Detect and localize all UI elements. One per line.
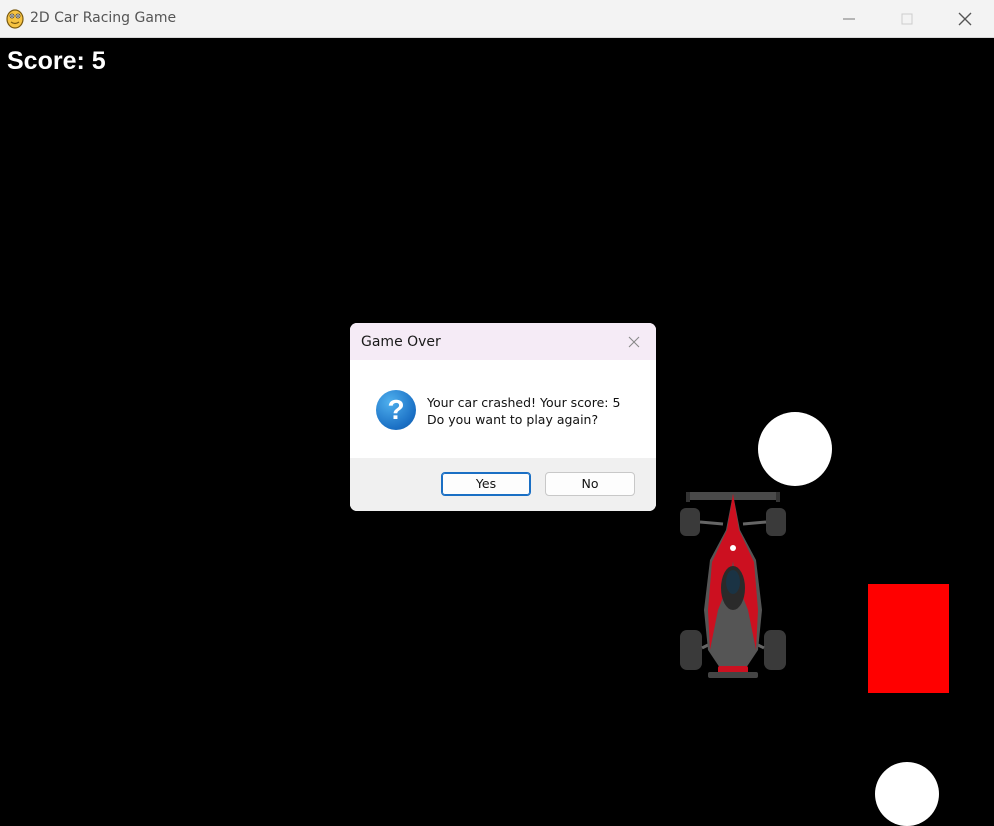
yes-button[interactable]: Yes xyxy=(441,472,531,496)
game-over-dialog[interactable]: Game Over ? Your car crashed! Your score… xyxy=(350,323,656,511)
obstacle-circle xyxy=(875,762,939,826)
dialog-footer: Yes No xyxy=(350,458,656,511)
obstacle-circle xyxy=(758,412,832,486)
minimize-button[interactable] xyxy=(820,0,878,38)
dialog-message-line2: Do you want to play again? xyxy=(427,412,599,427)
python-snake-icon xyxy=(4,8,26,30)
obstacle-rectangle xyxy=(868,584,949,693)
close-icon[interactable] xyxy=(627,335,641,349)
dialog-titlebar[interactable]: Game Over xyxy=(350,323,656,360)
minimize-icon xyxy=(843,18,855,20)
dialog-message-line1: Your car crashed! Your score: 5 xyxy=(427,395,621,410)
question-icon: ? xyxy=(376,390,416,430)
dialog-title: Game Over xyxy=(361,334,441,350)
close-button[interactable] xyxy=(936,0,994,38)
dialog-body: ? Your car crashed! Your score: 5 Do you… xyxy=(350,360,656,458)
maximize-icon xyxy=(901,13,913,25)
window-titlebar[interactable]: 2D Car Racing Game xyxy=(0,0,994,38)
player-race-car xyxy=(680,492,786,678)
close-icon xyxy=(958,12,972,26)
score-label: Score: 5 xyxy=(7,47,106,75)
maximize-button[interactable] xyxy=(878,0,936,38)
window-title: 2D Car Racing Game xyxy=(30,10,177,26)
no-button[interactable]: No xyxy=(545,472,635,496)
